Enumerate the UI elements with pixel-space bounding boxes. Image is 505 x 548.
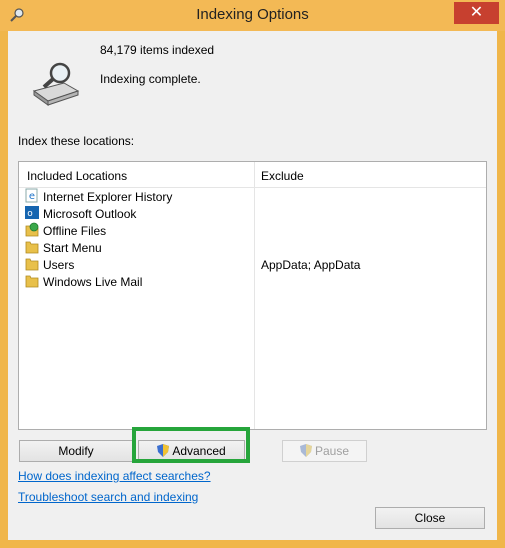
offline-files-icon [25,222,39,237]
location-row[interactable]: o Microsoft Outlook [19,205,486,222]
location-name: Windows Live Mail [43,275,143,289]
location-name: Internet Explorer History [43,190,173,204]
window-close-button[interactable]: ✕ [454,2,499,24]
close-button-label: Close [414,511,446,525]
svg-text:e: e [29,191,35,202]
locations-label: Index these locations: [18,134,135,148]
indexing-status: Indexing complete. [100,72,201,86]
close-button[interactable]: Close [375,507,485,529]
uac-shield-icon [299,444,312,457]
location-row[interactable]: e Internet Explorer History [19,188,486,205]
location-exclude: AppData; AppData [261,258,361,272]
svg-text:o: o [27,209,33,219]
title-bar: Indexing Options ✕ [0,0,505,31]
pause-button-label: Pause [314,444,350,458]
column-header-included[interactable]: Included Locations [27,169,127,183]
pause-button[interactable]: Pause [282,440,367,462]
location-row[interactable]: Start Menu [19,239,486,256]
modify-button-label: Modify [58,444,94,458]
column-header-exclude[interactable]: Exclude [261,169,304,183]
folder-icon [25,258,39,271]
location-row[interactable]: Offline Files [19,222,486,239]
location-rows: e Internet Explorer History o Microsoft … [19,188,486,290]
ie-icon: e [25,188,38,203]
location-name: Users [43,258,75,272]
location-name: Offline Files [43,224,107,238]
location-row[interactable]: Users AppData; AppData [19,256,486,273]
location-row[interactable]: Windows Live Mail [19,273,486,290]
advanced-button-highlight [132,427,250,463]
indexing-drive-icon [32,62,80,106]
items-indexed-count: 84,179 items indexed [100,43,215,57]
folder-icon [25,241,39,254]
troubleshoot-link[interactable]: Troubleshoot search and indexing [18,490,198,504]
modify-button[interactable]: Modify [19,440,133,462]
location-name: Microsoft Outlook [43,207,137,221]
dialog-body: 84,179 items indexed Indexing complete. … [8,31,497,540]
folder-icon [25,275,39,288]
list-header: Included Locations Exclude [19,162,486,188]
indexing-help-link[interactable]: How does indexing affect searches? [18,469,211,483]
locations-list[interactable]: Included Locations Exclude e Internet Ex… [18,161,487,430]
outlook-icon: o [25,206,39,219]
window-title: Indexing Options [196,6,309,23]
location-name: Start Menu [43,241,102,255]
